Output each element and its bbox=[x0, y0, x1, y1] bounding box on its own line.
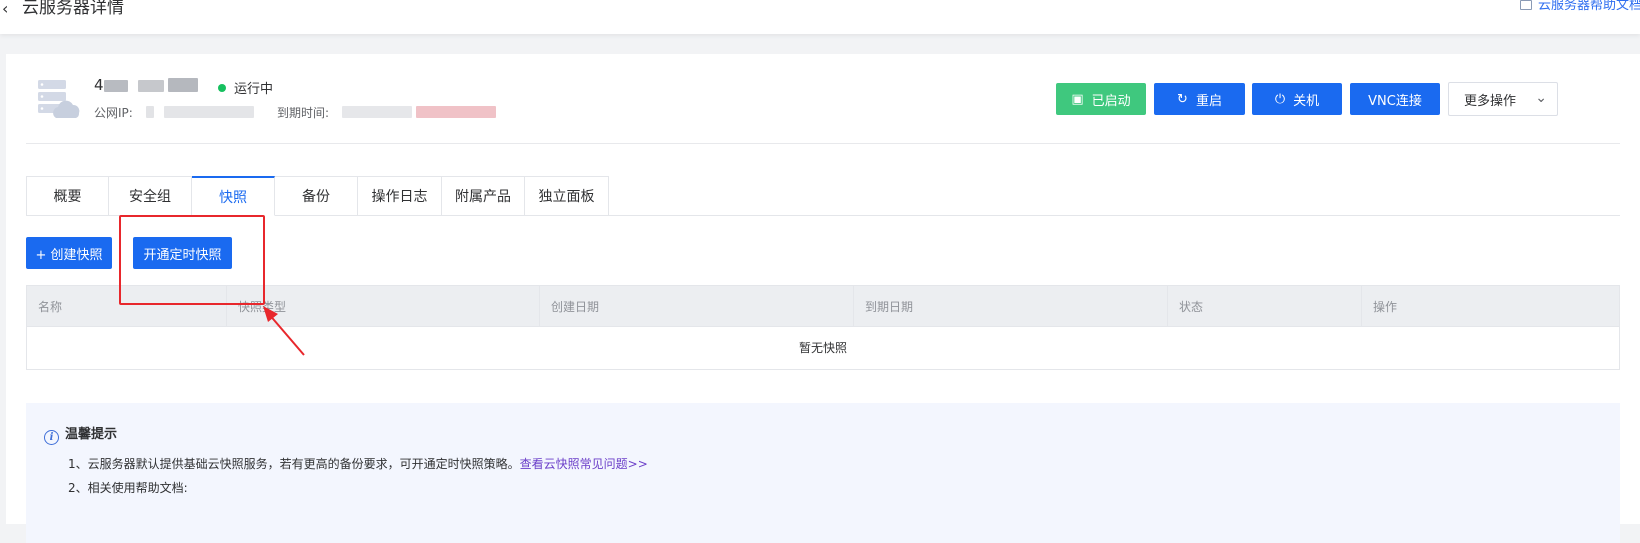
tips-line-1: 1、云服务器默认提供基础云快照服务，若有更高的备份要求，可开通定时快照策略。查看… bbox=[68, 455, 648, 472]
page-title: 云服务器详情 bbox=[22, 0, 124, 18]
shutdown-button[interactable]: ⏻ 关机 bbox=[1252, 83, 1342, 115]
more-actions-label: 更多操作 bbox=[1464, 93, 1517, 109]
tabs-baseline bbox=[609, 215, 1620, 216]
column-header-snapshot-type: 快照类型 bbox=[227, 286, 540, 328]
column-header-created-date: 创建日期 bbox=[540, 286, 854, 328]
more-actions-dropdown[interactable]: 更多操作 ⌄ bbox=[1448, 82, 1558, 116]
tab-label: 快照 bbox=[219, 189, 247, 206]
tips-title-text: 温馨提示 bbox=[65, 427, 118, 442]
tab-overview[interactable]: 概要 bbox=[26, 176, 109, 216]
tab-label: 安全组 bbox=[129, 189, 171, 205]
server-name-redacted: 4 bbox=[94, 76, 204, 96]
column-header-expire-date: 到期日期 bbox=[854, 286, 1168, 328]
status-dot-icon bbox=[218, 84, 226, 92]
column-header-status: 状态 bbox=[1168, 286, 1362, 328]
status-badge: 运行中 bbox=[218, 78, 273, 97]
tips-line-1-text: 1、云服务器默认提供基础云快照服务，若有更高的备份要求，可开通定时快照策略。 bbox=[68, 457, 520, 471]
vnc-connect-button[interactable]: VNC连接 bbox=[1350, 83, 1440, 115]
tab-label: 附属产品 bbox=[455, 189, 511, 205]
public-ip-label: 公网IP: bbox=[94, 106, 133, 120]
restart-button[interactable]: ↻ 重启 bbox=[1154, 83, 1245, 115]
tab-backup[interactable]: 备份 bbox=[275, 176, 358, 216]
server-detail-card: 4 运行中 公网IP: 到期时间: ▣ 已启动 ↻ 重启 ⏻ 关机 VNC连接 更多操… bbox=[6, 54, 1640, 543]
monitor-icon: ▣ bbox=[1071, 91, 1084, 107]
help-doc-label: 云服务器帮助文档 bbox=[1538, 0, 1640, 13]
document-icon bbox=[1520, 0, 1532, 10]
tab-attached-products[interactable]: 附属产品 bbox=[442, 176, 525, 216]
create-snapshot-label: + 创建快照 bbox=[35, 247, 103, 263]
cloud-server-icon bbox=[38, 80, 80, 118]
started-button[interactable]: ▣ 已启动 bbox=[1056, 83, 1146, 115]
create-snapshot-button[interactable]: + 创建快照 bbox=[26, 237, 112, 269]
header-divider bbox=[26, 143, 1620, 144]
page-header: ‹ 云服务器详情 云服务器帮助文档 bbox=[0, 0, 1640, 34]
snapshot-table: 名称 快照类型 创建日期 到期日期 状态 操作 暂无快照 bbox=[26, 285, 1620, 370]
tips-line-2: 2、相关使用帮助文档: bbox=[68, 481, 188, 495]
chevron-down-icon: ⌄ bbox=[1535, 90, 1547, 106]
table-header: 名称 快照类型 创建日期 到期日期 状态 操作 bbox=[26, 285, 1620, 328]
status-text: 运行中 bbox=[234, 82, 274, 97]
power-icon: ⏻ bbox=[1274, 91, 1286, 107]
tips-panel: i 温馨提示 1、云服务器默认提供基础云快照服务，若有更高的备份要求，可开通定时快… bbox=[26, 403, 1620, 543]
column-header-actions: 操作 bbox=[1373, 300, 1398, 314]
tab-standalone-panel[interactable]: 独立面板 bbox=[525, 176, 609, 216]
help-doc-link[interactable]: 云服务器帮助文档 bbox=[1520, 0, 1640, 14]
shutdown-label: 关机 bbox=[1293, 93, 1320, 109]
empty-state-text: 暂无快照 bbox=[798, 341, 847, 355]
table-body: 暂无快照 bbox=[26, 327, 1620, 370]
tab-label: 操作日志 bbox=[371, 189, 428, 205]
tab-operation-log[interactable]: 操作日志 bbox=[358, 176, 442, 216]
expire-time-label: 到期时间: bbox=[277, 106, 330, 120]
info-icon: i bbox=[44, 430, 59, 445]
chevron-left-icon[interactable]: ‹ bbox=[2, 0, 8, 18]
tips-title: i 温馨提示 bbox=[44, 423, 117, 445]
restart-label: 重启 bbox=[1195, 93, 1222, 109]
tab-snapshot[interactable]: 快照 bbox=[192, 176, 275, 216]
vnc-connect-label: VNC连接 bbox=[1368, 93, 1422, 109]
tab-label: 独立面板 bbox=[538, 189, 595, 205]
tab-label: 备份 bbox=[302, 189, 330, 205]
started-label: 已启动 bbox=[1091, 93, 1131, 109]
snapshot-faq-link[interactable]: 查看云快照常见问题>> bbox=[520, 457, 648, 471]
annotation-highlight-box bbox=[119, 215, 265, 305]
tab-security-group[interactable]: 安全组 bbox=[109, 176, 192, 216]
refresh-icon: ↻ bbox=[1177, 91, 1188, 107]
tab-label: 概要 bbox=[53, 189, 82, 205]
